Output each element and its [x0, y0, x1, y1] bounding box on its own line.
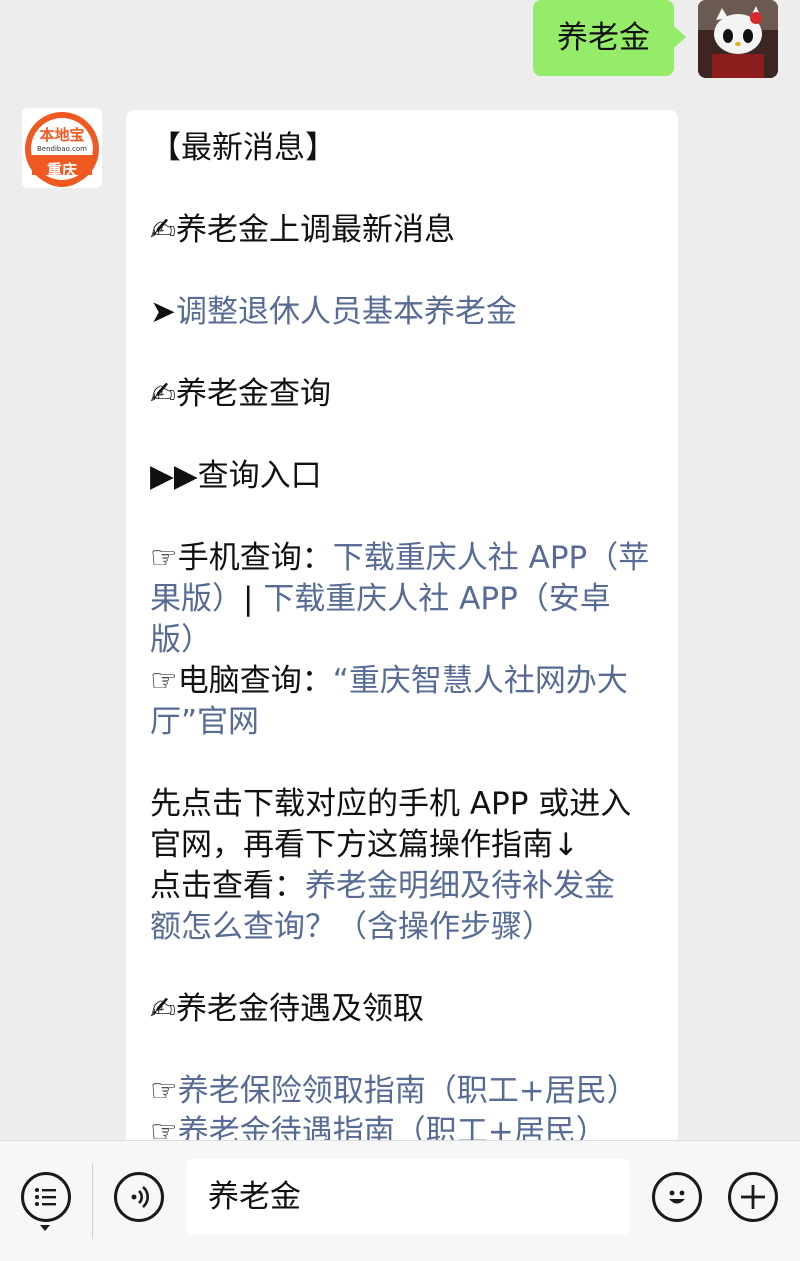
message-line: 官网，再看下方这篇操作指南↓	[150, 825, 656, 866]
chat-input-bar: 养老金	[0, 1140, 800, 1261]
message-text: ➤	[150, 294, 176, 330]
message-line: ▶▶查询入口	[150, 456, 656, 497]
message-line: ✍养老金上调最新消息	[150, 210, 656, 251]
message-link[interactable]: 版）	[150, 622, 212, 658]
message-line: ☞养老保险领取指南（职工+居民）	[150, 1071, 656, 1112]
message-line: ✍养老金查询	[150, 374, 656, 415]
message-line: ☞手机查询：下载重庆人社 APP（苹	[150, 538, 656, 579]
user-avatar[interactable]	[698, 0, 778, 78]
message-line: ➤调整退休人员基本养老金	[150, 292, 656, 333]
list-menu-icon[interactable]	[21, 1172, 71, 1222]
message-text: 点击查看：	[150, 868, 305, 904]
message-link[interactable]: “重庆智慧人社网办大	[333, 663, 628, 699]
message-line: ☞电脑查询：“重庆智慧人社网办大	[150, 661, 656, 702]
message-link[interactable]: 下载重庆人社 APP（苹	[333, 540, 649, 576]
bar-divider	[92, 1163, 93, 1239]
message-line: 先点击下载对应的手机 APP 或进入	[150, 784, 656, 825]
menu-caret-icon	[40, 1225, 50, 1231]
voice-icon[interactable]	[114, 1172, 164, 1222]
message-line: 点击查看：养老金明细及待补发金	[150, 866, 656, 907]
avatar-image	[698, 0, 778, 78]
outgoing-text: 养老金	[557, 20, 650, 56]
message-line: 额怎么查询？（含操作步骤）	[150, 907, 656, 948]
message-text: 【最新消息】	[150, 130, 336, 166]
message-link[interactable]: 下载重庆人社 APP（安卓	[263, 581, 610, 617]
message-link[interactable]: 果版）	[150, 581, 243, 617]
logo-city: 重庆	[46, 161, 77, 179]
message-link[interactable]: 养老金明细及待补发金	[305, 868, 615, 904]
message-text: ▶▶查询入口	[150, 458, 322, 494]
emoji-icon[interactable]	[652, 1172, 702, 1222]
message-input-value: 养老金	[208, 1179, 301, 1215]
message-text: ☞电脑查询：	[150, 663, 333, 699]
incoming-bubble: 【最新消息】 ✍养老金上调最新消息 ➤调整退休人员基本养老金 ✍养老金查询 ▶▶查询入口…	[126, 110, 678, 1170]
message-line: 果版）| 下载重庆人社 APP（安卓	[150, 579, 656, 620]
message-line: 版）	[150, 620, 656, 661]
logo-title: 本地宝	[39, 126, 85, 144]
message-line: ✍养老金待遇及领取	[150, 989, 656, 1030]
message-line: 【最新消息】	[150, 128, 656, 169]
outgoing-bubble[interactable]: 养老金	[533, 0, 686, 76]
message-link[interactable]: 厅”官网	[150, 704, 259, 740]
message-link[interactable]: 调整退休人员基本养老金	[176, 294, 517, 330]
logo-subtitle: Bendibao.com	[36, 145, 87, 153]
message-text: ✍养老金查询	[150, 376, 331, 412]
message-link[interactable]: 额怎么查询？（含操作步骤）	[150, 909, 553, 945]
message-text: |	[243, 581, 264, 617]
bendibao-avatar[interactable]: 本地宝 Bendibao.com 重庆	[22, 108, 102, 188]
message-link[interactable]: 养老保险领取指南（职工+居民）	[178, 1073, 638, 1109]
plus-icon[interactable]	[728, 1172, 778, 1222]
message-text: ☞手机查询：	[150, 540, 333, 576]
message-line: 厅”官网	[150, 702, 656, 743]
message-input[interactable]: 养老金	[186, 1159, 630, 1235]
outgoing-message: 养老金	[533, 0, 778, 78]
message-text: 先点击下载对应的手机 APP 或进入	[150, 786, 632, 822]
message-text: ✍养老金上调最新消息	[150, 212, 455, 248]
message-text: ☞	[150, 1073, 178, 1109]
message-text: 官网，再看下方这篇操作指南↓	[150, 827, 579, 863]
message-text: ✍养老金待遇及领取	[150, 991, 424, 1027]
